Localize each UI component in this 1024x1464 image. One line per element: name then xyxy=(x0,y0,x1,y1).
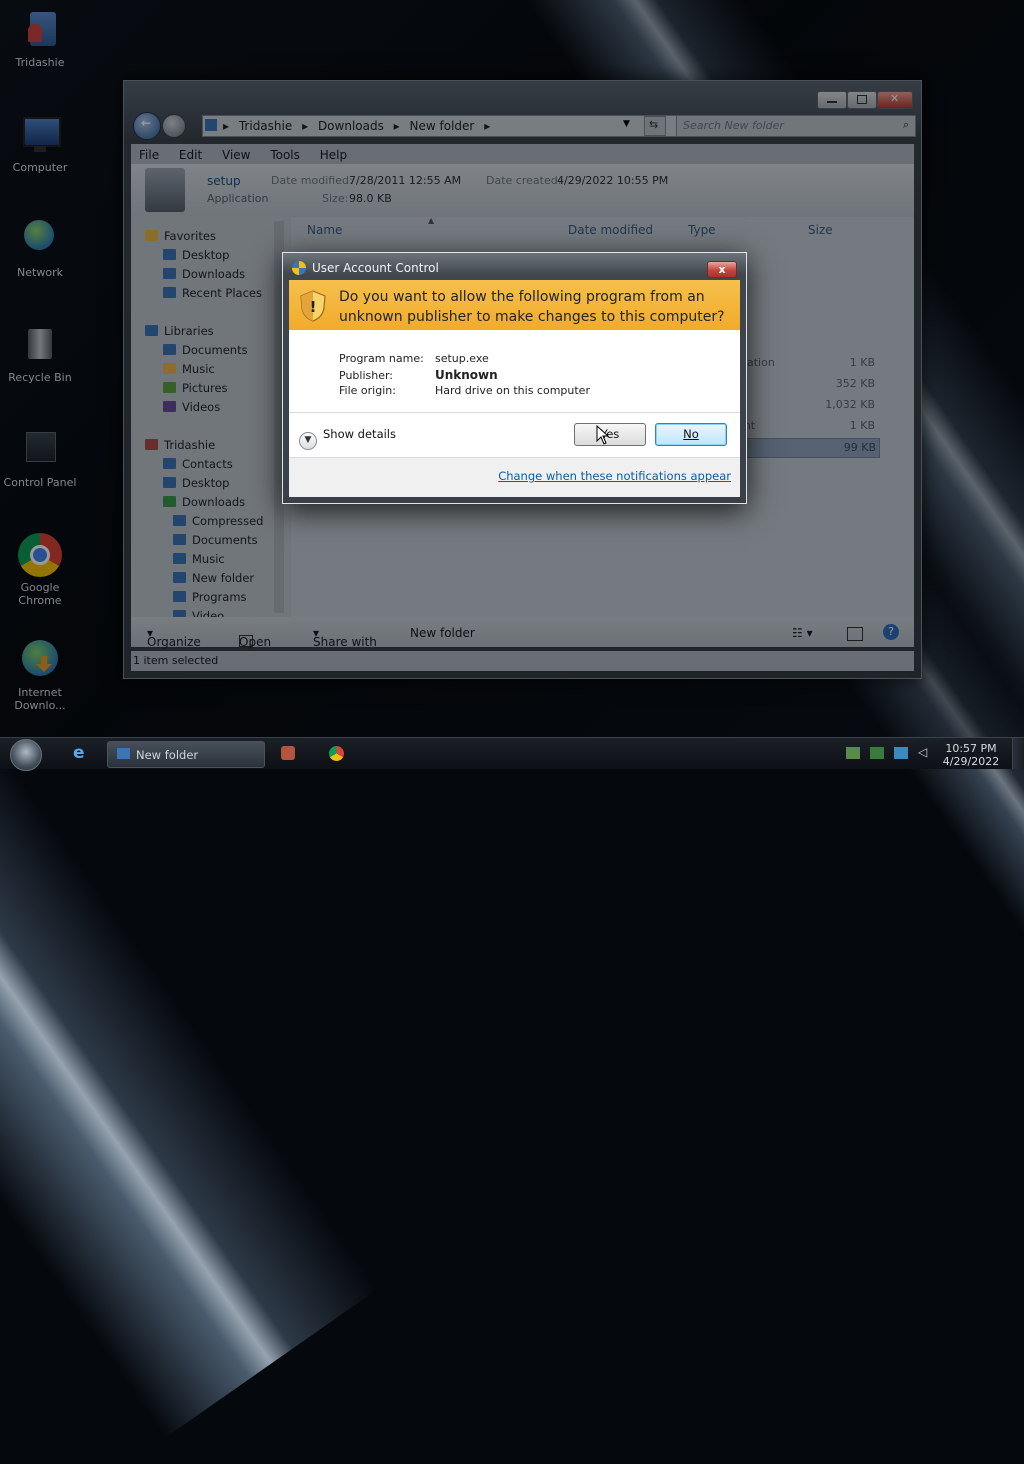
notification-settings-link[interactable]: Change when these notifications appear xyxy=(498,469,731,483)
no-label: No xyxy=(683,427,699,441)
uac-dialog: User Account Control x ! Do you want to … xyxy=(282,252,747,504)
publisher-label: Publisher: xyxy=(339,369,394,382)
file-origin-value: Hard drive on this computer xyxy=(435,384,590,397)
uac-program-info: Program name: setup.exe Publisher: Unknown… xyxy=(339,352,590,400)
uac-close-button[interactable]: x xyxy=(707,261,737,278)
uac-footer: Change when these notifications appear xyxy=(289,458,740,497)
taskbar-internet-explorer[interactable]: e xyxy=(68,741,94,766)
yes-button[interactable]: Yes xyxy=(574,423,646,446)
taskbar-chrome[interactable] xyxy=(326,741,348,766)
taskbar-task-label: New folder xyxy=(136,748,199,762)
tray-volume-icon[interactable]: ◁ xyxy=(918,745,927,759)
tray-idm-icon[interactable] xyxy=(870,747,884,759)
uac-question-line2: unknown publisher to make changes to thi… xyxy=(339,309,725,325)
taskbar-explorer-task[interactable]: New folder xyxy=(107,741,265,768)
uac-shield-icon xyxy=(292,261,306,275)
show-details-toggle[interactable]: ▼ Show details xyxy=(299,427,396,450)
show-desktop-button[interactable] xyxy=(1012,738,1024,769)
close-icon: x xyxy=(718,263,726,276)
program-name-label: Program name: xyxy=(339,352,424,365)
uac-question-line1: Do you want to allow the following progr… xyxy=(339,289,705,305)
folder-icon xyxy=(117,748,130,759)
mouse-cursor-icon xyxy=(596,425,610,445)
chevron-down-icon: ▼ xyxy=(299,432,317,450)
divider xyxy=(289,412,740,413)
warning-shield-icon: ! xyxy=(300,290,326,322)
clock-date: 4/29/2022 xyxy=(942,755,1000,768)
taskbar: e New folder ◁ 10:57 PM 4/29/2022 xyxy=(0,737,1024,771)
chrome-icon xyxy=(329,746,344,761)
media-player-icon xyxy=(281,746,295,760)
uac-banner: ! Do you want to allow the following pro… xyxy=(289,280,740,330)
no-button[interactable]: No xyxy=(655,423,727,446)
file-origin-label: File origin: xyxy=(339,384,396,397)
taskbar-clock[interactable]: 10:57 PM 4/29/2022 xyxy=(936,742,1006,768)
clock-time: 10:57 PM xyxy=(945,742,997,755)
internet-explorer-icon: e xyxy=(73,743,85,763)
taskbar-media-player[interactable] xyxy=(278,741,300,766)
svg-text:!: ! xyxy=(310,298,317,316)
publisher-value: Unknown xyxy=(435,368,498,382)
tray-display-icon[interactable] xyxy=(894,747,908,759)
tray-network-icon[interactable] xyxy=(846,747,860,759)
show-details-label: Show details xyxy=(323,427,396,441)
uac-body: ! Do you want to allow the following pro… xyxy=(289,280,740,497)
program-name-value: setup.exe xyxy=(435,352,489,365)
start-button[interactable] xyxy=(10,739,42,771)
uac-title: User Account Control xyxy=(312,261,439,275)
